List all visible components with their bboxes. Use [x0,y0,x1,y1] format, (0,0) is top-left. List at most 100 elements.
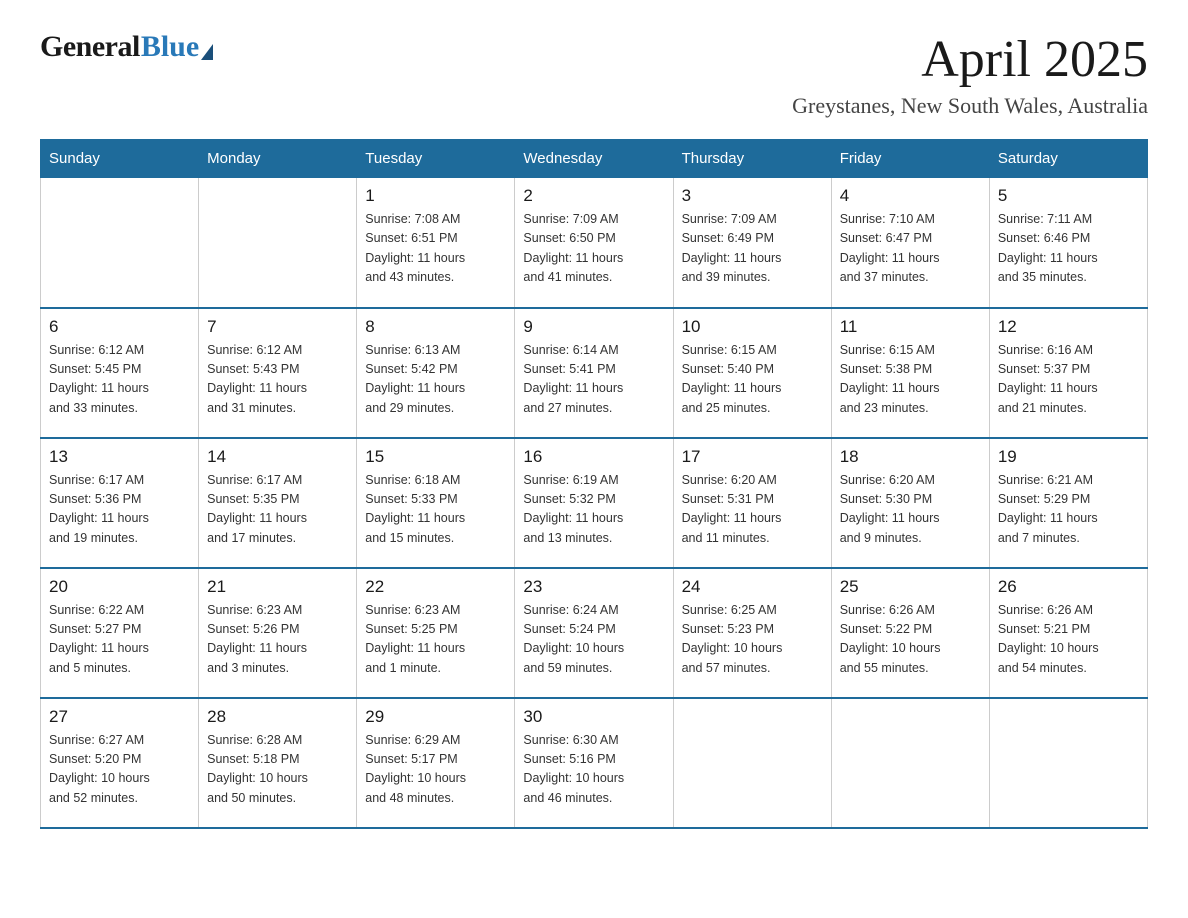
weekday-header-friday: Friday [831,140,989,178]
calendar-cell: 10 Sunrise: 6:15 AM Sunset: 5:40 PM Dayli… [673,308,831,438]
calendar-cell: 2 Sunrise: 7:09 AM Sunset: 6:50 PM Daylig… [515,178,673,308]
calendar-week-row: 27Sunrise: 6:27 AM Sunset: 5:20 PM Dayli… [41,698,1148,828]
calendar-cell: 13 Sunrise: 6:17 AM Sunset: 5:36 PM Dayli… [41,438,199,568]
calendar-cell: 6 Sunrise: 6:12 AM Sunset: 5:45 PM Daylig… [41,308,199,438]
weekday-header-saturday: Saturday [989,140,1147,178]
day-number: 30 [523,707,664,727]
day-info: Sunrise: 6:15 AM Sunset: 5:40 PM Dayligh… [682,341,823,419]
day-number: 20 [49,577,190,597]
calendar-cell: 25 Sunrise: 6:26 AM Sunset: 5:22 PM Dayli… [831,568,989,698]
calendar-week-row: 1Sunrise: 7:08 AM Sunset: 6:51 PM Daylig… [41,178,1148,308]
day-number: 15 [365,447,506,467]
calendar-cell [41,178,199,308]
day-number: 16 [523,447,664,467]
calendar-cell: 9 Sunrise: 6:14 AM Sunset: 5:41 PM Daylig… [515,308,673,438]
calendar-cell: 16 Sunrise: 6:19 AM Sunset: 5:32 PM Dayli… [515,438,673,568]
calendar-cell: 29 Sunrise: 6:29 AM Sunset: 5:17 PM Dayli… [357,698,515,828]
day-number: 24 [682,577,823,597]
calendar-cell: 22Sunrise: 6:23 AM Sunset: 5:25 PM Dayli… [357,568,515,698]
calendar-week-row: 6 Sunrise: 6:12 AM Sunset: 5:45 PM Daylig… [41,308,1148,438]
day-number: 6 [49,317,190,337]
weekday-header-sunday: Sunday [41,140,199,178]
calendar-cell: 27Sunrise: 6:27 AM Sunset: 5:20 PM Dayli… [41,698,199,828]
weekday-header-tuesday: Tuesday [357,140,515,178]
day-info: Sunrise: 7:08 AM Sunset: 6:51 PM Dayligh… [365,210,506,288]
calendar-cell: 20Sunrise: 6:22 AM Sunset: 5:27 PM Dayli… [41,568,199,698]
calendar-cell [199,178,357,308]
calendar-cell: 3 Sunrise: 7:09 AM Sunset: 6:49 PM Daylig… [673,178,831,308]
calendar-cell: 24 Sunrise: 6:25 AM Sunset: 5:23 PM Dayli… [673,568,831,698]
calendar-cell: 17 Sunrise: 6:20 AM Sunset: 5:31 PM Dayli… [673,438,831,568]
calendar-cell: 5 Sunrise: 7:11 AM Sunset: 6:46 PM Daylig… [989,178,1147,308]
day-info: Sunrise: 6:16 AM Sunset: 5:37 PM Dayligh… [998,341,1139,419]
logo-blue-block: Blue [141,30,213,64]
weekday-header-thursday: Thursday [673,140,831,178]
day-number: 23 [523,577,664,597]
day-info: Sunrise: 6:19 AM Sunset: 5:32 PM Dayligh… [523,471,664,549]
calendar-cell: 30 Sunrise: 6:30 AM Sunset: 5:16 PM Dayli… [515,698,673,828]
day-number: 4 [840,186,981,206]
location-title: Greystanes, New South Wales, Australia [792,93,1148,119]
day-info: Sunrise: 6:17 AM Sunset: 5:35 PM Dayligh… [207,471,348,549]
day-number: 13 [49,447,190,467]
day-number: 28 [207,707,348,727]
day-number: 3 [682,186,823,206]
day-info: Sunrise: 6:25 AM Sunset: 5:23 PM Dayligh… [682,601,823,679]
calendar-cell: 28Sunrise: 6:28 AM Sunset: 5:18 PM Dayli… [199,698,357,828]
day-info: Sunrise: 6:14 AM Sunset: 5:41 PM Dayligh… [523,341,664,419]
calendar-week-row: 20Sunrise: 6:22 AM Sunset: 5:27 PM Dayli… [41,568,1148,698]
day-number: 29 [365,707,506,727]
page-header: General Blue April 2025 Greystanes, New … [40,30,1148,119]
month-title: April 2025 [792,30,1148,89]
day-number: 18 [840,447,981,467]
calendar-cell: 7 Sunrise: 6:12 AM Sunset: 5:43 PM Daylig… [199,308,357,438]
calendar-cell: 1Sunrise: 7:08 AM Sunset: 6:51 PM Daylig… [357,178,515,308]
calendar-header-row: SundayMondayTuesdayWednesdayThursdayFrid… [41,140,1148,178]
day-info: Sunrise: 7:09 AM Sunset: 6:50 PM Dayligh… [523,210,664,288]
day-number: 7 [207,317,348,337]
logo-triangle-icon [201,44,213,60]
weekday-header-monday: Monday [199,140,357,178]
day-info: Sunrise: 6:21 AM Sunset: 5:29 PM Dayligh… [998,471,1139,549]
title-area: April 2025 Greystanes, New South Wales, … [792,30,1148,119]
day-info: Sunrise: 6:23 AM Sunset: 5:25 PM Dayligh… [365,601,506,679]
day-info: Sunrise: 6:12 AM Sunset: 5:45 PM Dayligh… [49,341,190,419]
day-info: Sunrise: 6:17 AM Sunset: 5:36 PM Dayligh… [49,471,190,549]
calendar-cell: 14 Sunrise: 6:17 AM Sunset: 5:35 PM Dayli… [199,438,357,568]
calendar-cell: 4Sunrise: 7:10 AM Sunset: 6:47 PM Daylig… [831,178,989,308]
logo: General Blue [40,30,213,64]
calendar-table: SundayMondayTuesdayWednesdayThursdayFrid… [40,139,1148,829]
calendar-cell [989,698,1147,828]
day-number: 14 [207,447,348,467]
day-info: Sunrise: 6:20 AM Sunset: 5:31 PM Dayligh… [682,471,823,549]
day-number: 25 [840,577,981,597]
day-info: Sunrise: 6:26 AM Sunset: 5:21 PM Dayligh… [998,601,1139,679]
calendar-cell: 11Sunrise: 6:15 AM Sunset: 5:38 PM Dayli… [831,308,989,438]
day-info: Sunrise: 7:09 AM Sunset: 6:49 PM Dayligh… [682,210,823,288]
calendar-week-row: 13 Sunrise: 6:17 AM Sunset: 5:36 PM Dayli… [41,438,1148,568]
calendar-cell: 26Sunrise: 6:26 AM Sunset: 5:21 PM Dayli… [989,568,1147,698]
day-info: Sunrise: 7:11 AM Sunset: 6:46 PM Dayligh… [998,210,1139,288]
day-number: 2 [523,186,664,206]
day-number: 19 [998,447,1139,467]
day-number: 12 [998,317,1139,337]
calendar-cell: 12 Sunrise: 6:16 AM Sunset: 5:37 PM Dayli… [989,308,1147,438]
day-number: 9 [523,317,664,337]
calendar-cell: 8Sunrise: 6:13 AM Sunset: 5:42 PM Daylig… [357,308,515,438]
day-info: Sunrise: 6:12 AM Sunset: 5:43 PM Dayligh… [207,341,348,419]
day-number: 17 [682,447,823,467]
day-number: 5 [998,186,1139,206]
day-number: 21 [207,577,348,597]
day-info: Sunrise: 6:30 AM Sunset: 5:16 PM Dayligh… [523,731,664,809]
day-number: 10 [682,317,823,337]
day-info: Sunrise: 6:24 AM Sunset: 5:24 PM Dayligh… [523,601,664,679]
day-info: Sunrise: 6:26 AM Sunset: 5:22 PM Dayligh… [840,601,981,679]
calendar-cell: 23 Sunrise: 6:24 AM Sunset: 5:24 PM Dayli… [515,568,673,698]
day-info: Sunrise: 6:23 AM Sunset: 5:26 PM Dayligh… [207,601,348,679]
day-info: Sunrise: 6:29 AM Sunset: 5:17 PM Dayligh… [365,731,506,809]
logo-blue-text: Blue [141,30,199,64]
day-number: 8 [365,317,506,337]
logo-general-text: General [40,30,140,64]
calendar-cell [831,698,989,828]
day-info: Sunrise: 6:27 AM Sunset: 5:20 PM Dayligh… [49,731,190,809]
